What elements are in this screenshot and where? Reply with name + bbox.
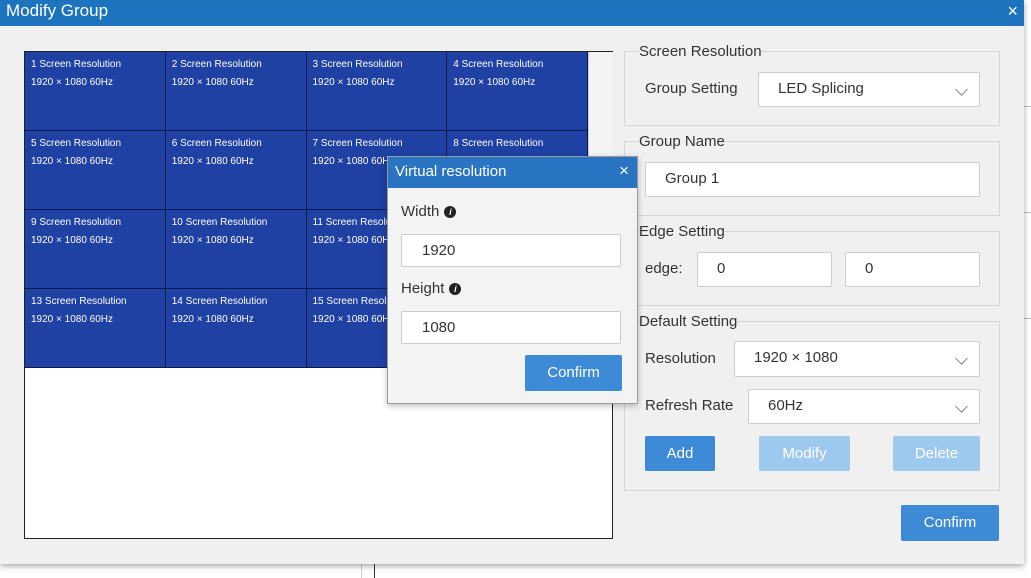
info-icon[interactable]: i: [449, 283, 462, 296]
group-name-legend: Group Name: [639, 133, 725, 150]
edge-setting-section: Edge Setting edge: 0 0: [624, 223, 1000, 306]
screen-cell-label: 9 Screen Resolution: [31, 217, 122, 228]
screen-cell[interactable]: 9 Screen Resolution 1920 × 1080 60Hz: [25, 210, 166, 289]
width-label: Width i: [401, 203, 457, 220]
virtual-resolution-popup: Virtual resolution × Width i 1920 Height i…: [387, 156, 638, 404]
background-divider: [1024, 106, 1031, 107]
screen-cell-label: 14 Screen Resolution: [171, 296, 268, 307]
height-input[interactable]: 1080: [401, 311, 621, 344]
background-divider: [374, 564, 375, 578]
screen-cell-label: 5 Screen Resolution: [31, 138, 122, 149]
screen-cell-label: 6 Screen Resolution: [171, 138, 262, 149]
popup-close-icon[interactable]: ×: [619, 161, 629, 181]
refresh-rate-label: Refresh Rate: [645, 397, 734, 414]
screen-cell[interactable]: 14 Screen Resolution 1920 × 1080 60Hz: [165, 289, 307, 368]
modify-group-dialog: Modify Group × 1 Screen Resolution 1920 ×…: [0, 0, 1024, 564]
delete-button[interactable]: Delete: [893, 436, 980, 471]
screen-cell-resolution: 1920 × 1080 60Hz: [31, 314, 114, 325]
screen-resolution-section: Screen Resolution Group Setting LED Spli…: [624, 43, 1000, 126]
background-app-bottom: [0, 564, 1031, 578]
screen-cell[interactable]: 2 Screen Resolution 1920 × 1080 60Hz: [165, 52, 307, 131]
refresh-rate-select[interactable]: 60Hz: [748, 389, 980, 424]
add-button[interactable]: Add: [645, 436, 715, 471]
chevron-down-icon: [955, 83, 968, 96]
screen-cell[interactable]: 1 Screen Resolution 1920 × 1080 60Hz: [25, 52, 166, 131]
screen-cell[interactable]: 4 Screen Resolution 1920 × 1080 60Hz: [447, 52, 588, 131]
height-label-text: Height: [401, 280, 445, 297]
screen-cell-resolution: 1920 × 1080 60Hz: [453, 77, 536, 88]
width-input[interactable]: 1920: [401, 234, 621, 267]
screen-cell[interactable]: 3 Screen Resolution 1920 × 1080 60Hz: [306, 52, 448, 131]
dialog-confirm-button[interactable]: Confirm: [901, 505, 999, 541]
screen-cell-label: 3 Screen Resolution: [312, 59, 403, 70]
resolution-select[interactable]: 1920 × 1080: [734, 341, 980, 377]
dialog-title: Modify Group: [6, 1, 109, 20]
modify-button[interactable]: Modify: [759, 436, 850, 471]
screen-cell-resolution: 1920 × 1080 60Hz: [312, 77, 395, 88]
edge-input-1[interactable]: 0: [697, 252, 832, 287]
screen-cell-resolution: 1920 × 1080 60Hz: [171, 314, 254, 325]
default-setting-section: Default Setting Resolution 1920 × 1080 R…: [624, 313, 1000, 491]
group-setting-select[interactable]: LED Splicing: [758, 72, 980, 107]
screen-cell-label: 7 Screen Resolution: [312, 138, 403, 149]
width-label-text: Width: [401, 203, 440, 220]
screen-cell-label: 13 Screen Resolution: [31, 296, 127, 307]
group-name-section: Group Name Group 1: [624, 133, 1000, 216]
screen-cell-label: 10 Screen Resolution: [171, 217, 268, 228]
resolution-value: 1920 × 1080: [754, 349, 838, 366]
screen-cell-label: 8 Screen Resolution: [453, 138, 544, 149]
chevron-down-icon: [955, 400, 968, 413]
default-setting-legend: Default Setting: [639, 313, 738, 330]
popup-title: Virtual resolution: [395, 163, 507, 180]
refresh-rate-value: 60Hz: [768, 397, 804, 414]
screen-cell-label: 2 Screen Resolution: [171, 59, 262, 70]
screen-resolution-legend: Screen Resolution: [639, 43, 762, 60]
background-divider: [1024, 212, 1031, 213]
group-setting-value: LED Splicing: [778, 80, 864, 97]
close-icon[interactable]: ×: [1007, 0, 1018, 22]
height-label: Height i: [401, 280, 462, 297]
screen-cell[interactable]: 13 Screen Resolution 1920 × 1080 60Hz: [25, 289, 166, 368]
screen-cell-resolution: 1920 × 1080 60Hz: [31, 156, 114, 167]
edge-label: edge:: [645, 260, 683, 277]
screen-cell[interactable]: 10 Screen Resolution 1920 × 1080 60Hz: [165, 210, 307, 289]
edge-setting-legend: Edge Setting: [639, 223, 725, 240]
screen-cell-resolution: 1920 × 1080 60Hz: [31, 235, 114, 246]
screen-cell-resolution: 1920 × 1080 60Hz: [31, 77, 114, 88]
screen-cell[interactable]: 5 Screen Resolution 1920 × 1080 60Hz: [25, 131, 166, 210]
screen-cell-resolution: 1920 × 1080 60Hz: [171, 235, 254, 246]
popup-confirm-button[interactable]: Confirm: [525, 355, 622, 391]
screen-cell-resolution: 1920 × 1080 60Hz: [171, 77, 254, 88]
background-divider: [361, 564, 362, 578]
screen-cell[interactable]: 6 Screen Resolution 1920 × 1080 60Hz: [165, 131, 307, 210]
background-app-edge: [1024, 0, 1031, 578]
screen-cell-label: 1 Screen Resolution: [31, 59, 122, 70]
popup-titlebar: Virtual resolution ×: [388, 157, 637, 188]
resolution-label: Resolution: [645, 350, 716, 367]
edge-input-2[interactable]: 0: [845, 252, 980, 287]
screen-cell-resolution: 1920 × 1080 60Hz: [171, 156, 254, 167]
info-icon[interactable]: i: [444, 206, 457, 219]
background-divider: [1024, 318, 1031, 319]
screen-cell-label: 4 Screen Resolution: [453, 59, 544, 70]
group-name-input[interactable]: Group 1: [645, 162, 980, 197]
chevron-down-icon: [955, 352, 968, 365]
dialog-titlebar: Modify Group ×: [0, 0, 1024, 26]
group-setting-label: Group Setting: [645, 80, 738, 97]
